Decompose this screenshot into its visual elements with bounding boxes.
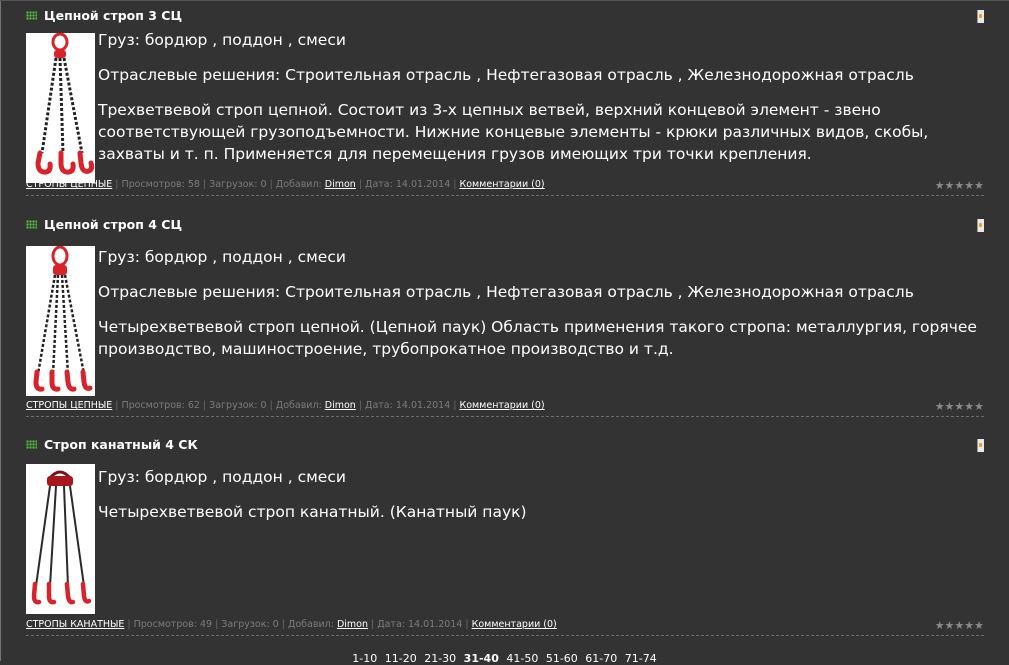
entry-title[interactable]: Цепной строп 4 СЦ: [44, 216, 182, 234]
author-link[interactable]: Dimon: [325, 400, 356, 411]
added-by-label: Добавил:: [287, 619, 334, 630]
four-leg-wire-rope-sling-icon: [31, 470, 92, 605]
date-label: Дата: 14.01.2014: [365, 400, 451, 411]
rating-stars[interactable]: ★★★★★: [935, 400, 984, 413]
views-count: Просмотров: 49: [133, 619, 213, 630]
page-link[interactable]: 21-30: [424, 652, 456, 665]
page-link[interactable]: 1-10: [352, 652, 377, 665]
industry-text: Отраслевые решения: Строительная отрасль…: [98, 283, 914, 301]
product-image[interactable]: [26, 33, 95, 183]
entry-header: Цепной строп 4 СЦ: [26, 216, 984, 234]
entry-meta: СТРОПЫ ЦЕПНЫЕ | Просмотров: 62 | Загрузок: 0…: [26, 400, 984, 413]
window-left-border: [0, 0, 1, 661]
rating-stars[interactable]: ★★★★★: [935, 619, 984, 632]
author-link[interactable]: Dimon: [337, 619, 368, 630]
rating-icon[interactable]: [977, 439, 984, 452]
page-current: 31-40: [463, 652, 499, 665]
entry-meta: СТРОПЫ ЦЕПНЫЕ | Просмотров: 58 | Загрузок: 0…: [26, 179, 984, 192]
bullet-icon: [26, 11, 37, 20]
downloads-count: Загрузок: 0: [209, 179, 267, 190]
page-link[interactable]: 71-74: [625, 652, 657, 665]
rating-icon[interactable]: [977, 219, 984, 232]
entry-title[interactable]: Цепной строп 3 СЦ: [44, 7, 182, 25]
product-image[interactable]: [26, 246, 95, 396]
entry-body: Груз: бордюр , поддон , смеси Отраслевые…: [98, 29, 984, 178]
comments-link[interactable]: Комментарии (0): [459, 179, 544, 190]
category-link[interactable]: СТРОПЫ ЦЕПНЫЕ: [26, 400, 112, 411]
entry-title[interactable]: Строп канатный 4 СК: [44, 436, 198, 454]
category-link[interactable]: СТРОПЫ ЦЕПНЫЕ: [26, 179, 112, 190]
description-text: Четырехветвевой строп цепной. (Цепной па…: [98, 318, 977, 358]
description-text: Трехветвевой строп цепной. Состоит из 3-…: [98, 101, 929, 163]
entry-divider: [26, 635, 984, 636]
page-link[interactable]: 11-20: [385, 652, 417, 665]
downloads-count: Загрузок: 0: [221, 619, 279, 630]
page-link[interactable]: 51-60: [546, 652, 578, 665]
window-top-border: [0, 0, 1009, 1]
entry-divider: [26, 195, 984, 196]
entry-divider: [26, 416, 984, 417]
comments-link[interactable]: Комментарии (0): [459, 400, 544, 411]
product-image[interactable]: [26, 464, 95, 614]
views-count: Просмотров: 58: [121, 179, 200, 190]
cargo-text: Груз: бордюр , поддон , смеси: [98, 31, 346, 49]
pagination: 1-10 11-20 21-30 31-40 41-50 51-60 61-70…: [0, 652, 1009, 665]
four-leg-chain-sling-icon: [33, 246, 93, 392]
bullet-icon: [26, 440, 37, 449]
added-by-label: Добавил:: [275, 400, 322, 411]
entry-body: Груз: бордюр , поддон , смеси Отраслевые…: [98, 246, 984, 373]
author-link[interactable]: Dimon: [325, 179, 356, 190]
description-text: Четырехветвевой строп канатный. (Канатны…: [98, 503, 527, 521]
cargo-text: Груз: бордюр , поддон , смеси: [98, 248, 346, 266]
date-label: Дата: 14.01.2014: [377, 619, 463, 630]
bullet-icon: [26, 220, 37, 229]
industry-text: Отраслевые решения: Строительная отрасль…: [98, 66, 914, 84]
views-count: Просмотров: 62: [121, 400, 200, 411]
entry-body: Груз: бордюр , поддон , смеси Четырехвет…: [98, 466, 984, 536]
comments-link[interactable]: Комментарии (0): [472, 619, 557, 630]
page-link[interactable]: 61-70: [585, 652, 617, 665]
downloads-count: Загрузок: 0: [209, 400, 267, 411]
three-leg-chain-sling-icon: [35, 33, 95, 175]
entry-meta: СТРОПЫ КАНАТНЫЕ | Просмотров: 49 | Загрузок:…: [26, 619, 984, 632]
rating-stars[interactable]: ★★★★★: [935, 179, 984, 192]
added-by-label: Добавил:: [275, 179, 322, 190]
page-link[interactable]: 41-50: [506, 652, 538, 665]
category-link[interactable]: СТРОПЫ КАНАТНЫЕ: [26, 619, 124, 630]
cargo-text: Груз: бордюр , поддон , смеси: [98, 468, 346, 486]
entry-header: Строп канатный 4 СК: [26, 436, 984, 454]
date-label: Дата: 14.01.2014: [365, 179, 451, 190]
rating-icon[interactable]: [977, 10, 984, 23]
entry-header: Цепной строп 3 СЦ: [26, 7, 984, 25]
